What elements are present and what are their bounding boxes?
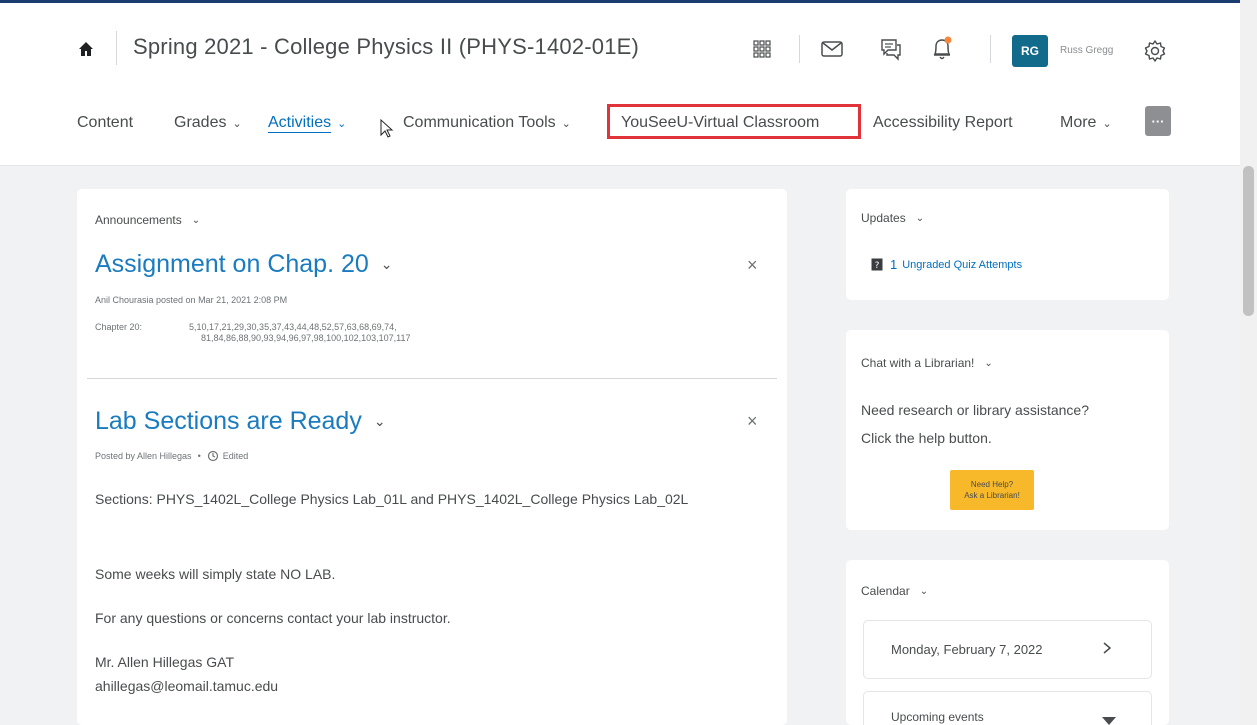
ask-librarian-button[interactable]: Need Help? Ask a Librarian! xyxy=(950,470,1034,510)
chapter-label: Chapter 20: xyxy=(95,322,143,332)
nav-label: Communication Tools xyxy=(403,114,556,131)
nav-more[interactable]: More ⌄ xyxy=(1060,105,1112,141)
nav-label: Activities xyxy=(268,113,332,133)
nav-label: Content xyxy=(77,114,134,131)
update-link[interactable]: Ungraded Quiz Attempts xyxy=(902,259,1022,271)
course-header: Spring 2021 - College Physics II (PHYS-1… xyxy=(0,3,1240,166)
announcement-meta: Posted by Allen Hillegas xyxy=(95,451,192,461)
chevron-down-icon[interactable]: ⌄ xyxy=(381,256,393,273)
calendar-widget: Calendar ⌄ Monday, February 7, 2022 Upcom… xyxy=(846,560,1169,725)
gear-icon[interactable] xyxy=(1142,38,1168,64)
course-selector-icon[interactable] xyxy=(752,39,772,59)
chevron-right-icon[interactable] xyxy=(1102,641,1112,660)
announcement-meta: Anil Chourasia posted on Mar 21, 2021 2:… xyxy=(95,295,288,305)
widget-title: Updates xyxy=(861,211,906,225)
chevron-down-icon: ⌄ xyxy=(919,585,929,597)
bullet-separator: • xyxy=(197,451,201,461)
quiz-icon: ? xyxy=(871,258,883,271)
signature-name: Mr. Allen Hillegas GAT xyxy=(95,654,235,670)
close-icon[interactable]: × xyxy=(747,255,758,276)
caret-down-icon[interactable] xyxy=(1102,712,1116,725)
nav-grades[interactable]: Grades ⌄ xyxy=(174,105,242,141)
avatar[interactable]: RG xyxy=(1012,35,1048,67)
chevron-down-icon: ⌄ xyxy=(915,212,925,224)
chevron-down-icon: ⌄ xyxy=(191,214,201,226)
divider xyxy=(990,35,991,63)
upcoming-label: Upcoming events xyxy=(891,710,984,724)
nav-activities[interactable]: Activities ⌄ xyxy=(268,105,346,141)
button-line: Ask a Librarian! xyxy=(964,491,1020,500)
problem-list-line: 81,84,86,88,90,93,94,96,97,98,100,102,10… xyxy=(201,333,411,343)
update-count: 1 xyxy=(890,257,898,272)
announcement-paragraph: Some weeks will simply state NO LAB. xyxy=(95,566,336,582)
problem-list-line: 5,10,17,21,29,30,35,37,43,44,48,52,57,63… xyxy=(189,322,397,332)
close-icon[interactable]: × xyxy=(747,411,758,432)
chevron-down-icon[interactable]: ⌄ xyxy=(374,413,386,430)
widget-title: Chat with a Librarian! xyxy=(861,356,975,370)
chevron-down-icon: ⌄ xyxy=(1102,117,1112,130)
course-title[interactable]: Spring 2021 - College Physics II (PHYS-1… xyxy=(133,34,639,60)
nav-label: Grades xyxy=(174,114,227,131)
announcement-paragraph: Sections: PHYS_1402L_College Physics Lab… xyxy=(95,491,689,507)
chevron-down-icon: ⌄ xyxy=(337,117,347,130)
mail-icon[interactable] xyxy=(820,39,844,59)
librarian-header[interactable]: Chat with a Librarian! ⌄ xyxy=(861,356,993,370)
notification-bell-icon[interactable] xyxy=(930,35,954,63)
calendar-header[interactable]: Calendar ⌄ xyxy=(861,584,928,598)
svg-text:?: ? xyxy=(875,261,880,271)
home-icon[interactable] xyxy=(77,40,95,58)
announcement-title-text: Lab Sections are Ready xyxy=(95,407,362,435)
chevron-down-icon: ⌄ xyxy=(561,117,571,130)
edited-label: Edited xyxy=(222,451,249,461)
scrollbar-track[interactable] xyxy=(1240,0,1257,725)
chevron-down-icon: ⌄ xyxy=(232,117,242,130)
button-line: Need Help? xyxy=(970,480,1014,489)
widget-title: Announcements xyxy=(95,213,182,227)
scrollbar-thumb[interactable] xyxy=(1243,166,1254,316)
widget-title: Calendar xyxy=(861,584,910,598)
announcement-paragraph: For any questions or concerns contact yo… xyxy=(95,610,451,626)
calendar-date-row[interactable]: Monday, February 7, 2022 xyxy=(863,620,1152,679)
upcoming-events-row[interactable]: Upcoming events xyxy=(863,691,1152,725)
chat-icon[interactable] xyxy=(878,36,904,62)
nav-content[interactable]: Content xyxy=(77,105,133,141)
announcement-title[interactable]: Lab Sections are Ready ⌄ xyxy=(95,407,386,436)
nav-communication-tools[interactable]: Communication Tools ⌄ xyxy=(403,105,571,141)
announcements-header[interactable]: Announcements ⌄ xyxy=(95,213,200,227)
announcement-title[interactable]: Assignment on Chap. 20 ⌄ xyxy=(95,250,393,279)
username[interactable]: Russ Gregg xyxy=(1060,45,1113,56)
announcement-title-text: Assignment on Chap. 20 xyxy=(95,250,369,278)
announcements-widget: Announcements ⌄ Assignment on Chap. 20 ⌄ ×… xyxy=(77,189,787,725)
updates-header[interactable]: Updates ⌄ xyxy=(861,211,924,225)
nav-label: Accessibility Report xyxy=(873,114,1013,131)
more-options-button[interactable]: ··· xyxy=(1145,106,1171,136)
announcement-meta-row: Posted by Allen Hillegas • Edited xyxy=(95,450,248,462)
mouse-cursor-icon xyxy=(380,118,394,144)
nav-label: More xyxy=(1060,114,1097,131)
signature-email[interactable]: ahillegas@leomail.tamuc.edu xyxy=(95,674,278,698)
calendar-date: Monday, February 7, 2022 xyxy=(891,642,1043,657)
update-item[interactable]: ? 1 Ungraded Quiz Attempts xyxy=(871,257,1022,272)
chevron-down-icon: ⌄ xyxy=(984,357,993,369)
librarian-text-line: Click the help button. xyxy=(861,430,992,446)
divider xyxy=(87,378,777,379)
edited-icon xyxy=(207,450,219,462)
nav-accessibility-report[interactable]: Accessibility Report xyxy=(873,105,1013,141)
divider xyxy=(799,35,800,63)
updates-widget: Updates ⌄ ? 1 Ungraded Quiz Attempts xyxy=(846,189,1169,300)
divider xyxy=(116,31,117,65)
librarian-text-line: Need research or library assistance? xyxy=(861,402,1089,418)
highlight-annotation-box xyxy=(607,104,861,139)
